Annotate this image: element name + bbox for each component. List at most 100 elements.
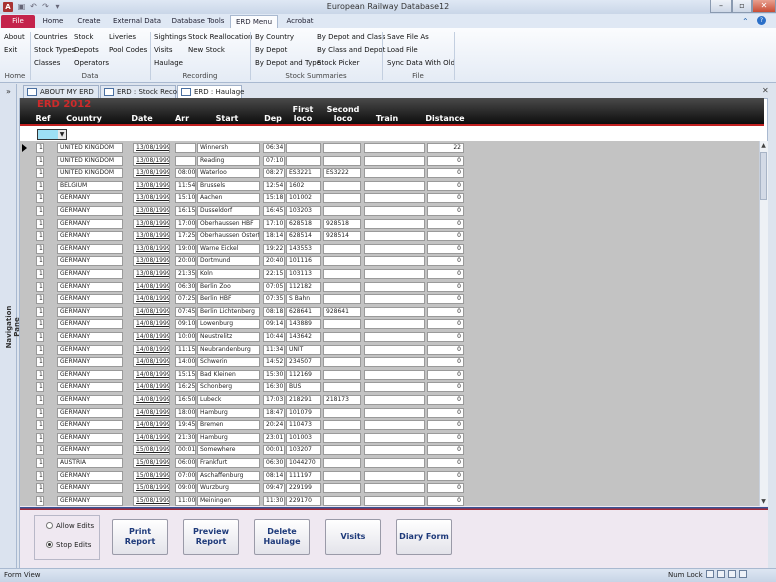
first-loco-cell[interactable]: UNIT (286, 344, 321, 355)
country-cell[interactable]: GERMANY (57, 357, 123, 368)
second-loco-cell[interactable] (323, 243, 361, 254)
country-cell[interactable]: UNITED KINGDOM (57, 168, 123, 179)
country-cell[interactable]: GERMANY (57, 269, 123, 279)
arr-cell[interactable]: 11:00 (175, 495, 196, 506)
start-location-cell[interactable]: Waterloo (197, 168, 260, 179)
country-cell[interactable]: GERMANY (57, 344, 123, 355)
train-detail-cell[interactable] (364, 269, 425, 279)
dep-cell[interactable]: 08:27 (263, 168, 285, 179)
train-detail-cell[interactable] (364, 180, 425, 191)
chevron-down-icon[interactable]: ▼ (58, 130, 66, 139)
dep-cell[interactable]: 16:30 (263, 382, 285, 393)
start-location-cell[interactable]: Neustrelitz (197, 332, 260, 342)
country-cell[interactable]: BELGIUM (57, 180, 123, 191)
about-button[interactable]: About (4, 32, 25, 43)
date-cell[interactable]: 14/08/1999 (133, 344, 170, 355)
ref-cell[interactable]: 1 (36, 319, 44, 330)
second-loco-cell[interactable] (323, 420, 361, 431)
allow-edits-radio[interactable] (46, 522, 53, 529)
second-loco-cell[interactable] (323, 369, 361, 380)
start-location-cell[interactable]: Schonberg (197, 382, 260, 393)
first-loco-cell[interactable]: 112182 (286, 281, 321, 292)
first-loco-cell[interactable] (286, 143, 321, 153)
date-cell[interactable]: 13/08/1999 (133, 243, 170, 254)
dep-cell[interactable]: 10:44 (263, 332, 285, 342)
train-detail-cell[interactable] (364, 332, 425, 342)
country-cell[interactable]: GERMANY (57, 332, 123, 342)
ref-cell[interactable]: 1 (36, 332, 44, 342)
first-loco-cell[interactable]: 628518 (286, 218, 321, 229)
start-location-cell[interactable]: Koln (197, 269, 260, 279)
train-detail-cell[interactable] (364, 445, 425, 456)
haulage-button[interactable]: Haulage (154, 58, 183, 69)
second-loco-cell[interactable]: ES3222 (323, 168, 361, 179)
arr-cell[interactable]: 20:00 (175, 256, 196, 267)
start-location-cell[interactable]: Berlin Lichtenberg (197, 306, 260, 317)
second-loco-cell[interactable]: 928641 (323, 306, 361, 317)
table-row[interactable]: 1 GERMANY 14/08/1999 11:15 Neubrandenburg 11:… (20, 342, 759, 356)
train-detail-cell[interactable] (364, 458, 425, 468)
train-detail-cell[interactable] (364, 420, 425, 431)
date-cell[interactable]: 13/08/1999 (133, 206, 170, 216)
start-location-cell[interactable]: Bad Kleinen (197, 369, 260, 380)
start-location-cell[interactable]: Oberhaussen Osterf (197, 231, 260, 242)
table-row[interactable]: 1 GERMANY 14/08/1999 16:50 Lubeck 17:03 218291… (20, 393, 759, 406)
second-loco-cell[interactable] (323, 495, 361, 506)
first-loco-cell[interactable]: 101116 (286, 256, 321, 267)
distance-cell[interactable]: 0 (427, 269, 464, 279)
by-depot-and-type-button[interactable]: By Depot and Type (255, 58, 321, 69)
dep-cell[interactable]: 11:30 (263, 495, 285, 506)
dep-cell[interactable]: 00:01 (263, 445, 285, 456)
start-location-cell[interactable]: Schwerin (197, 357, 260, 368)
distance-cell[interactable]: 0 (427, 306, 464, 317)
country-cell[interactable]: GERMANY (57, 231, 123, 242)
first-loco-cell[interactable]: 143642 (286, 332, 321, 342)
first-loco-cell[interactable]: ES3221 (286, 168, 321, 179)
table-row[interactable]: 1 GERMANY 14/08/1999 07:25 Berlin HBF 07:35 S … (20, 292, 759, 306)
by-depot-button[interactable]: By Depot (255, 45, 287, 56)
first-loco-cell[interactable]: 229170 (286, 495, 321, 506)
arr-cell[interactable]: 10:00 (175, 332, 196, 342)
distance-cell[interactable]: 0 (427, 243, 464, 254)
date-cell[interactable]: 13/08/1999 (133, 168, 170, 179)
dep-cell[interactable]: 07:35 (263, 294, 285, 305)
ref-cell[interactable]: 1 (36, 432, 44, 443)
arr-cell[interactable]: 11:15 (175, 344, 196, 355)
first-loco-cell[interactable]: 628641 (286, 306, 321, 317)
dep-cell[interactable]: 17:03 (263, 395, 285, 405)
dep-cell[interactable]: 07:10 (263, 155, 285, 166)
start-location-cell[interactable]: Hamburg (197, 432, 260, 443)
arr-cell[interactable]: 08:00 (175, 168, 196, 179)
close-button[interactable]: ✕ (752, 0, 776, 13)
table-row[interactable]: 1 GERMANY 15/08/1999 11:00 Meiningen 11:30 229… (20, 493, 759, 506)
second-loco-cell[interactable] (323, 344, 361, 355)
arr-cell[interactable]: 16:25 (175, 382, 196, 393)
second-loco-cell[interactable] (323, 281, 361, 292)
start-location-cell[interactable]: Bremen (197, 420, 260, 431)
train-detail-cell[interactable] (364, 256, 425, 267)
dep-cell[interactable]: 19:22 (263, 243, 285, 254)
country-cell[interactable]: GERMANY (57, 206, 123, 216)
arr-cell[interactable]: 07:00 (175, 470, 196, 481)
country-cell[interactable]: GERMANY (57, 432, 123, 443)
ref-cell[interactable]: 1 (36, 256, 44, 267)
second-loco-cell[interactable] (323, 432, 361, 443)
countries-button[interactable]: Countries (34, 32, 68, 43)
arr-cell[interactable]: 06:00 (175, 458, 196, 468)
visits-button[interactable]: Visits (325, 519, 381, 555)
tab-external-data[interactable]: External Data (108, 15, 166, 28)
second-loco-cell[interactable]: 928518 (323, 218, 361, 229)
start-location-cell[interactable]: Berlin HBF (197, 294, 260, 305)
distance-cell[interactable]: 0 (427, 344, 464, 355)
first-loco-cell[interactable]: 103113 (286, 269, 321, 279)
table-row[interactable]: 1 UNITED KINGDOM 13/08/1999 Reading 07:10 0 (20, 153, 759, 167)
dep-cell[interactable]: 09:14 (263, 319, 285, 330)
arr-cell[interactable]: 18:00 (175, 407, 196, 418)
start-location-cell[interactable]: Neubrandenburg (197, 344, 260, 355)
doc-tab-stock-records[interactable]: ERD : Stock Records (100, 85, 188, 98)
distance-cell[interactable]: 0 (427, 332, 464, 342)
table-row[interactable]: 1 UNITED KINGDOM 13/08/1999 08:00 Waterloo 08… (20, 166, 759, 180)
country-cell[interactable]: GERMANY (57, 382, 123, 393)
ref-cell[interactable]: 1 (36, 344, 44, 355)
date-cell[interactable]: 13/08/1999 (133, 155, 170, 166)
